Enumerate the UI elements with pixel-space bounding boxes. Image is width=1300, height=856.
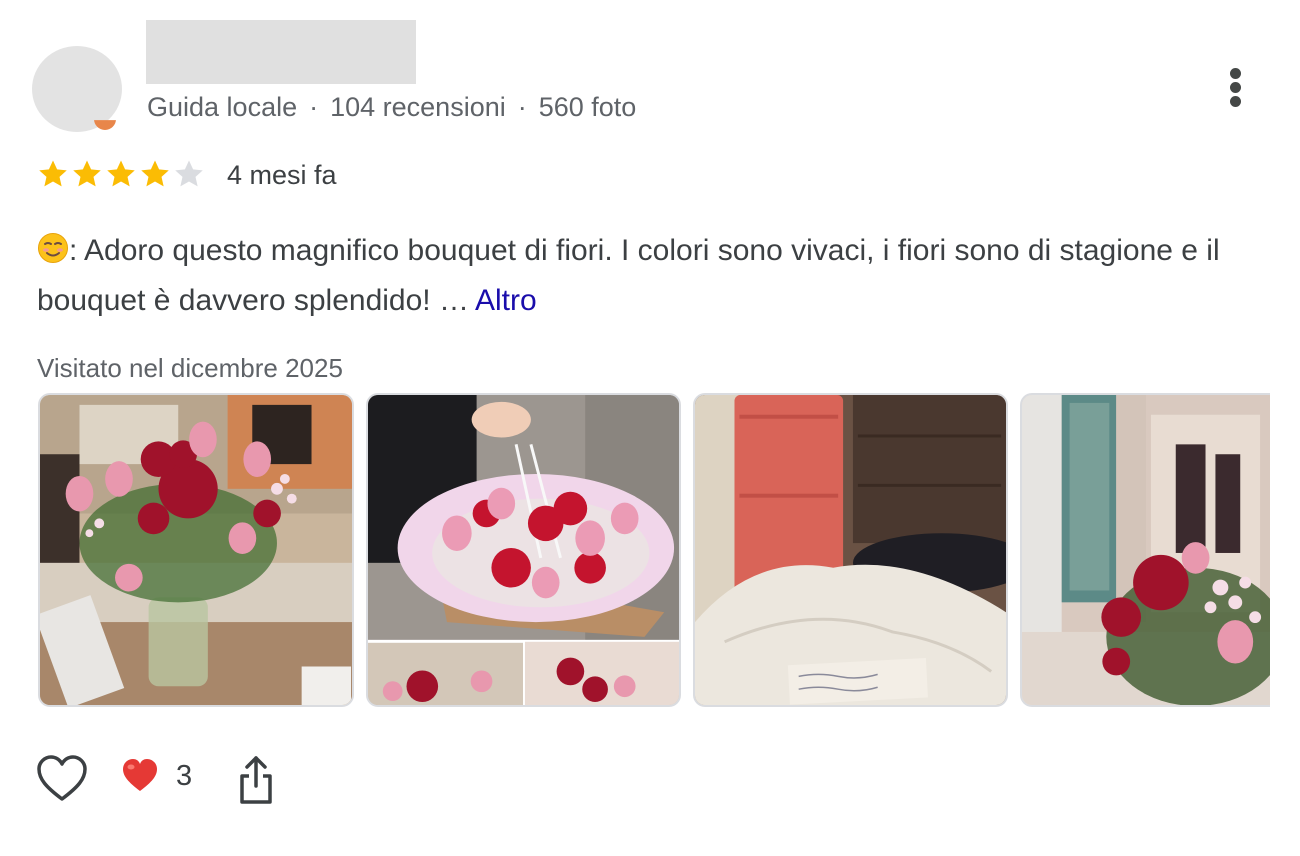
red-heart-emoji[interactable]: [122, 758, 158, 794]
bouquet-in-bag-photo[interactable]: [366, 393, 681, 707]
read-more-link[interactable]: Altro: [475, 284, 537, 317]
hotel-room-bed-photo[interactable]: [693, 393, 1008, 707]
more-options-icon[interactable]: [1222, 64, 1250, 112]
meta-separator: ·: [309, 92, 319, 122]
share-icon[interactable]: [236, 754, 276, 806]
reviewer-avatar[interactable]: [32, 46, 122, 132]
reviews-count: 104 recensioni: [330, 92, 506, 122]
star-empty-icon: [175, 160, 203, 187]
review-text: : Adoro questo magnifico bouquet di fior…: [37, 234, 1220, 317]
heart-outline-icon[interactable]: [36, 754, 88, 804]
photos-count: 560 foto: [538, 92, 637, 122]
star-filled-icon: [107, 160, 135, 187]
star-rating: [36, 157, 206, 193]
reviewer-name-redacted[interactable]: [146, 20, 416, 84]
review-text-block: : Adoro questo magnifico bouquet di fior…: [37, 226, 1267, 326]
review-time: 4 mesi fa: [227, 160, 337, 190]
reaction-count: 3: [176, 760, 193, 792]
local-guide-label: Guida locale: [147, 92, 298, 122]
star-filled-icon: [141, 160, 169, 187]
bouquet-in-vase-photo[interactable]: [38, 393, 354, 707]
smiling-face-emoji: [38, 233, 68, 263]
review-actions: 3: [36, 752, 336, 808]
star-filled-icon: [73, 160, 101, 187]
reviewer-meta: Guida locale · 104 recensioni · 560 foto: [147, 92, 636, 123]
meta-separator: ·: [517, 92, 527, 122]
bouquet-window-photo[interactable]: [1020, 393, 1270, 707]
star-filled-icon: [39, 160, 67, 187]
visited-date: Visitato nel dicembre 2025: [37, 353, 343, 383]
